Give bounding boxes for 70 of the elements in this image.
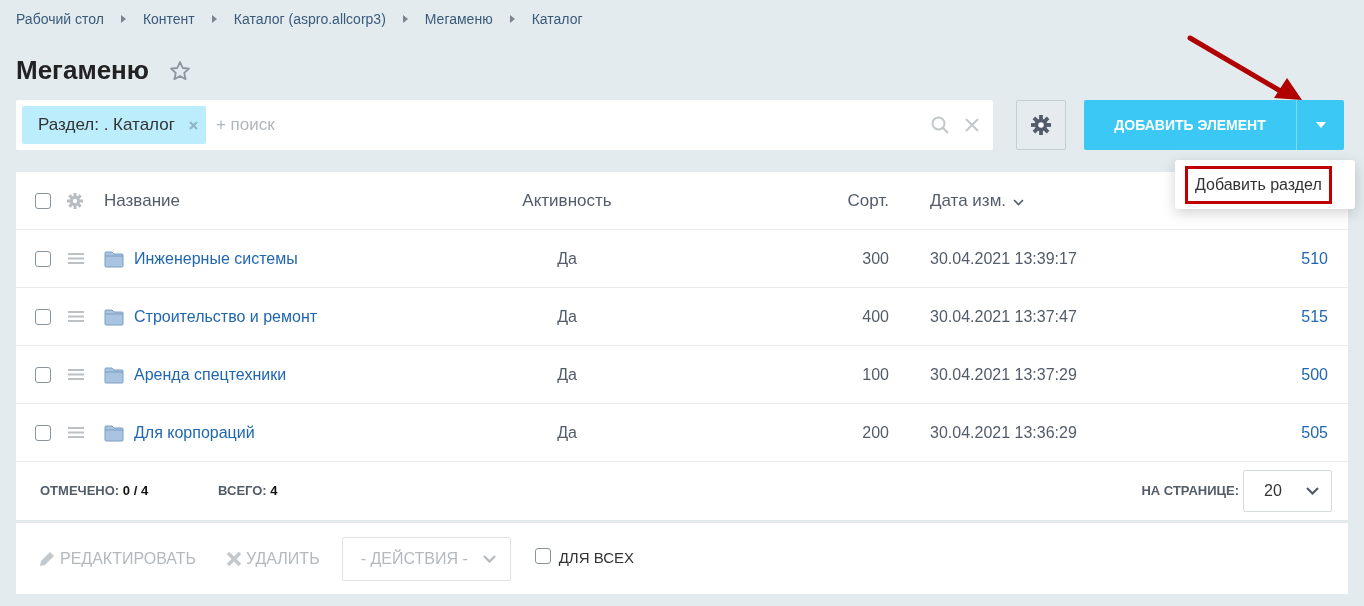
table-cell-text: Да: [557, 422, 577, 443]
total-count: ВСЕГО: 4: [218, 482, 278, 501]
table-cell-text: Да: [557, 364, 577, 385]
table-cell-text: 300: [862, 248, 889, 269]
column-settings-icon[interactable]: [67, 192, 83, 209]
row-checkbox[interactable]: [35, 308, 51, 325]
settings-button[interactable]: [1016, 100, 1066, 150]
folder-icon: [104, 423, 124, 442]
folder-icon: [104, 307, 124, 326]
column-header[interactable]: Название: [104, 187, 444, 214]
pencil-icon: [38, 549, 56, 568]
breadcrumb-link[interactable]: Рабочий стол: [16, 8, 104, 30]
caret-icon: [1315, 122, 1326, 128]
row-checkbox[interactable]: [35, 250, 51, 267]
selected-count: ОТМЕЧЕНО: 0 / 4: [40, 482, 149, 501]
column-header[interactable]: Сорт.: [847, 187, 889, 214]
table-cell-text: Да: [557, 248, 577, 269]
section-link[interactable]: Инженерные системы: [134, 246, 298, 271]
column-header[interactable]: Активность: [522, 187, 612, 214]
breadcrumb-separator-icon: [211, 15, 217, 23]
section-link[interactable]: Строительство и ремонт: [134, 304, 318, 329]
folder-icon: [104, 249, 124, 268]
row-checkbox[interactable]: [35, 366, 51, 383]
folder-icon: [104, 365, 124, 384]
filter-tag-label: Раздел: . Каталог: [38, 114, 175, 137]
select-all-checkbox[interactable]: [35, 192, 51, 209]
table-cell-text: 30.04.2021 13:39:17: [930, 248, 1078, 269]
section-link[interactable]: Для корпораций: [134, 420, 255, 445]
breadcrumb-separator-icon: [509, 15, 515, 23]
page-title: Мегаменю: [16, 55, 149, 87]
chevron-down-icon: [482, 554, 496, 563]
id-link[interactable]: 505: [1301, 420, 1328, 445]
dropdown-toggle-button[interactable]: [1296, 100, 1344, 150]
chevron-down-icon: [1306, 487, 1319, 495]
for-all-label: ДЛЯ ВСЕХ: [558, 548, 634, 569]
cross-icon: [226, 550, 243, 567]
breadcrumb-link[interactable]: Каталог (aspro.allcorp3): [233, 8, 386, 30]
row-checkbox[interactable]: [35, 424, 51, 441]
table-cell-text: 100: [862, 364, 889, 385]
per-page-label: НА СТРАНИЦЕ:: [1141, 482, 1239, 501]
table-cell-text: 30.04.2021 13:37:29: [930, 364, 1078, 385]
drag-handle-icon[interactable]: [68, 311, 84, 322]
id-link[interactable]: 500: [1301, 362, 1328, 387]
id-link[interactable]: 510: [1301, 246, 1328, 271]
breadcrumb-separator-icon: [402, 15, 408, 23]
table-cell-text: 30.04.2021 13:36:29: [930, 422, 1078, 443]
table-cell-text: 400: [862, 306, 889, 327]
search-icon[interactable]: [931, 116, 949, 134]
clear-icon[interactable]: [965, 118, 979, 132]
column-header[interactable]: Дата изм.: [930, 187, 1007, 214]
table-cell-text: 200: [862, 422, 889, 443]
id-link[interactable]: 515: [1301, 304, 1328, 329]
breadcrumb-link[interactable]: Мегаменю: [424, 8, 493, 30]
breadcrumb-separator-icon: [120, 15, 126, 23]
add-section-menu-item[interactable]: Добавить раздел: [1185, 166, 1332, 204]
favorite-star-icon[interactable]: [169, 60, 191, 82]
sort-chevron-icon: [1013, 199, 1025, 206]
search-field[interactable]: Раздел: . Каталог + поиск: [16, 100, 993, 150]
table-cell-text: 30.04.2021 13:37:47: [930, 306, 1078, 327]
remove-tag-icon[interactable]: [188, 120, 198, 130]
drag-handle-icon[interactable]: [68, 253, 84, 264]
per-page-select[interactable]: 20: [1243, 470, 1332, 512]
section-link[interactable]: Аренда спецтехники: [134, 362, 287, 387]
drag-handle-icon[interactable]: [68, 369, 84, 380]
for-all-checkbox[interactable]: [534, 547, 551, 564]
breadcrumb-link[interactable]: Контент: [142, 8, 195, 30]
table-cell-text: Да: [557, 306, 577, 327]
drag-handle-icon[interactable]: [68, 427, 84, 438]
settings-icon: [1031, 115, 1051, 135]
breadcrumb-link[interactable]: Каталог: [531, 8, 583, 30]
